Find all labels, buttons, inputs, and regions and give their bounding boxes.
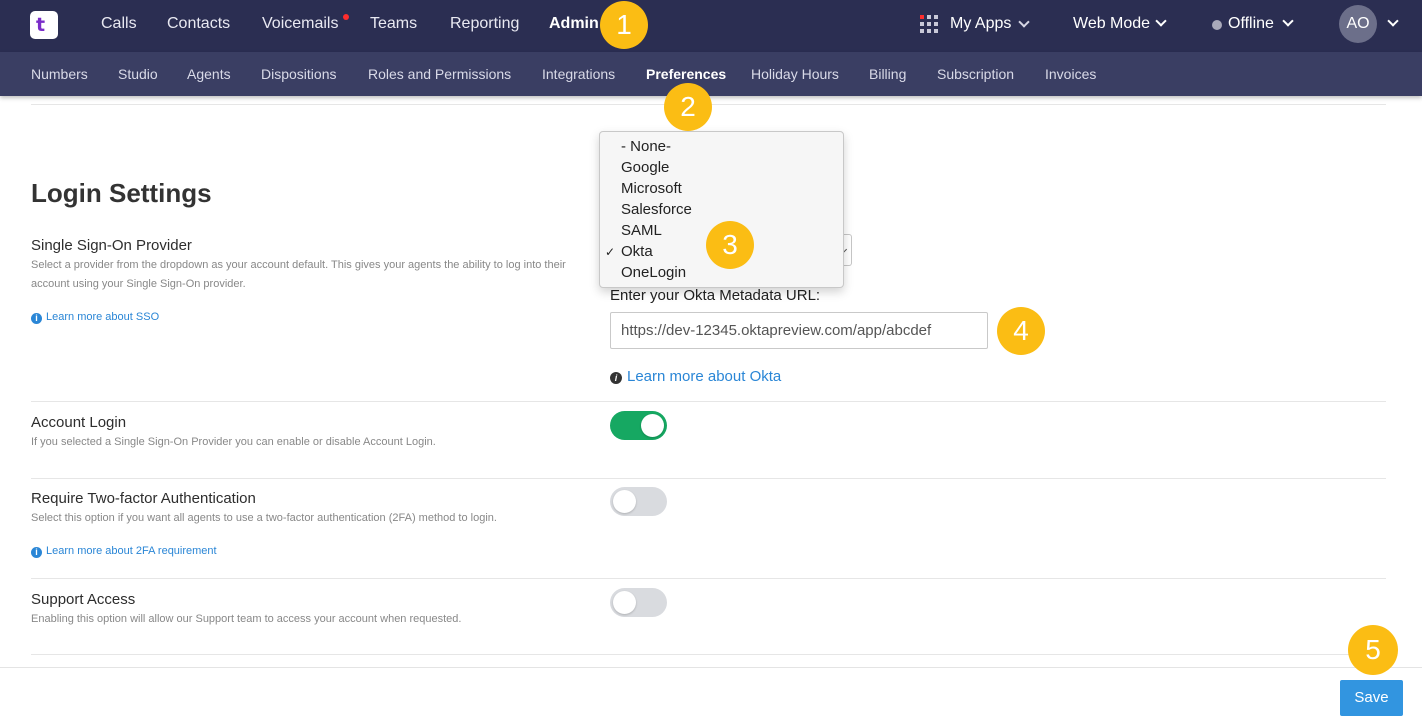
dropdown-option-none[interactable]: - None- bbox=[621, 138, 671, 155]
chevron-down-icon[interactable] bbox=[1018, 16, 1030, 28]
checkmark-icon: ✓ bbox=[605, 245, 616, 259]
nav-reporting[interactable]: Reporting bbox=[450, 15, 519, 33]
nav-contacts[interactable]: Contacts bbox=[167, 15, 230, 33]
two-factor-title: Require Two-factor Authentication bbox=[31, 490, 256, 507]
apps-grid-icon[interactable] bbox=[920, 15, 938, 33]
row-divider bbox=[31, 578, 1386, 579]
subnav-studio[interactable]: Studio bbox=[118, 66, 158, 82]
nav-admin[interactable]: Admin bbox=[549, 15, 599, 33]
nav-calls[interactable]: Calls bbox=[101, 15, 137, 33]
dropdown-option-okta[interactable]: Okta bbox=[621, 243, 653, 260]
row-divider bbox=[31, 654, 1386, 655]
account-login-description: If you selected a Single Sign-On Provide… bbox=[31, 436, 436, 448]
web-mode-menu[interactable]: Web Mode bbox=[1073, 15, 1150, 33]
learn-more-2fa-link[interactable]: i Learn more about 2FA requirement bbox=[31, 545, 217, 558]
subnav-numbers[interactable]: Numbers bbox=[31, 66, 88, 82]
step-marker-5: 5 bbox=[1348, 625, 1398, 675]
support-access-description: Enabling this option will allow our Supp… bbox=[31, 613, 462, 625]
my-apps-menu[interactable]: My Apps bbox=[950, 15, 1011, 33]
support-access-toggle[interactable] bbox=[610, 588, 667, 617]
two-factor-toggle[interactable] bbox=[610, 487, 667, 516]
learn-more-sso-label: Learn more about SSO bbox=[46, 311, 160, 323]
account-login-toggle[interactable] bbox=[610, 411, 667, 440]
chevron-down-icon[interactable] bbox=[1282, 15, 1294, 27]
sso-description: Select a provider from the dropdown as y… bbox=[31, 259, 566, 290]
dropdown-option-saml[interactable]: SAML bbox=[621, 222, 662, 239]
subnav-billing[interactable]: Billing bbox=[869, 66, 906, 82]
learn-more-okta-link[interactable]: i Learn more about Okta bbox=[610, 368, 781, 385]
toggle-knob bbox=[613, 490, 636, 513]
dropdown-option-salesforce[interactable]: Salesforce bbox=[621, 201, 692, 218]
save-button[interactable]: Save bbox=[1340, 680, 1403, 716]
okta-url-label: Enter your Okta Metadata URL: bbox=[610, 287, 821, 304]
subnav-dispositions[interactable]: Dispositions bbox=[261, 66, 336, 82]
dropdown-option-google[interactable]: Google bbox=[621, 159, 669, 176]
avatar[interactable]: AO bbox=[1339, 5, 1377, 43]
step-marker-1: 1 bbox=[600, 1, 648, 49]
learn-more-sso-link[interactable]: i Learn more about SSO bbox=[31, 311, 159, 324]
toggle-knob bbox=[641, 414, 664, 437]
info-icon: i bbox=[31, 313, 42, 324]
learn-more-2fa-label: Learn more about 2FA requirement bbox=[46, 545, 217, 557]
subnav-roles-and-permissions[interactable]: Roles and Permissions bbox=[368, 66, 511, 82]
app-logo[interactable]: t bbox=[30, 11, 58, 39]
subnav-integrations[interactable]: Integrations bbox=[542, 66, 615, 82]
two-factor-description: Select this option if you want all agent… bbox=[31, 512, 497, 524]
step-marker-3: 3 bbox=[706, 221, 754, 269]
account-login-title: Account Login bbox=[31, 414, 127, 431]
step-marker-4: 4 bbox=[997, 307, 1045, 355]
voicemail-notification-dot bbox=[343, 14, 349, 20]
footer-divider bbox=[0, 667, 1422, 668]
logo-glyph: t bbox=[36, 14, 46, 36]
nav-teams[interactable]: Teams bbox=[370, 15, 417, 33]
step-marker-2: 2 bbox=[664, 83, 712, 131]
status-menu[interactable]: Offline bbox=[1228, 15, 1274, 33]
dropdown-option-onelogin[interactable]: OneLogin bbox=[621, 264, 686, 281]
top-navigation-bar: t Calls Contacts Voicemails Teams Report… bbox=[0, 0, 1422, 52]
chevron-down-icon[interactable] bbox=[1387, 15, 1399, 27]
subnav-agents[interactable]: Agents bbox=[187, 66, 231, 82]
okta-metadata-url-input[interactable] bbox=[610, 312, 988, 349]
row-divider bbox=[31, 401, 1386, 402]
status-indicator-icon bbox=[1212, 20, 1222, 30]
toggle-knob bbox=[613, 591, 636, 614]
info-icon: i bbox=[610, 372, 622, 384]
dropdown-option-microsoft[interactable]: Microsoft bbox=[621, 180, 682, 197]
nav-voicemails[interactable]: Voicemails bbox=[262, 15, 338, 33]
info-icon: i bbox=[31, 547, 42, 558]
subnav-preferences[interactable]: Preferences bbox=[646, 66, 726, 82]
row-divider bbox=[31, 478, 1386, 479]
page-title: Login Settings bbox=[31, 178, 212, 208]
learn-more-okta-label: Learn more about Okta bbox=[627, 368, 782, 385]
sso-title: Single Sign-On Provider bbox=[31, 237, 192, 254]
support-access-title: Support Access bbox=[31, 591, 136, 608]
subnav-subscription[interactable]: Subscription bbox=[937, 66, 1014, 82]
chevron-down-icon[interactable] bbox=[1155, 15, 1167, 27]
subnav-holiday-hours[interactable]: Holiday Hours bbox=[751, 66, 839, 82]
admin-sub-navigation: Numbers Studio Agents Dispositions Roles… bbox=[0, 52, 1422, 96]
subnav-invoices[interactable]: Invoices bbox=[1045, 66, 1096, 82]
